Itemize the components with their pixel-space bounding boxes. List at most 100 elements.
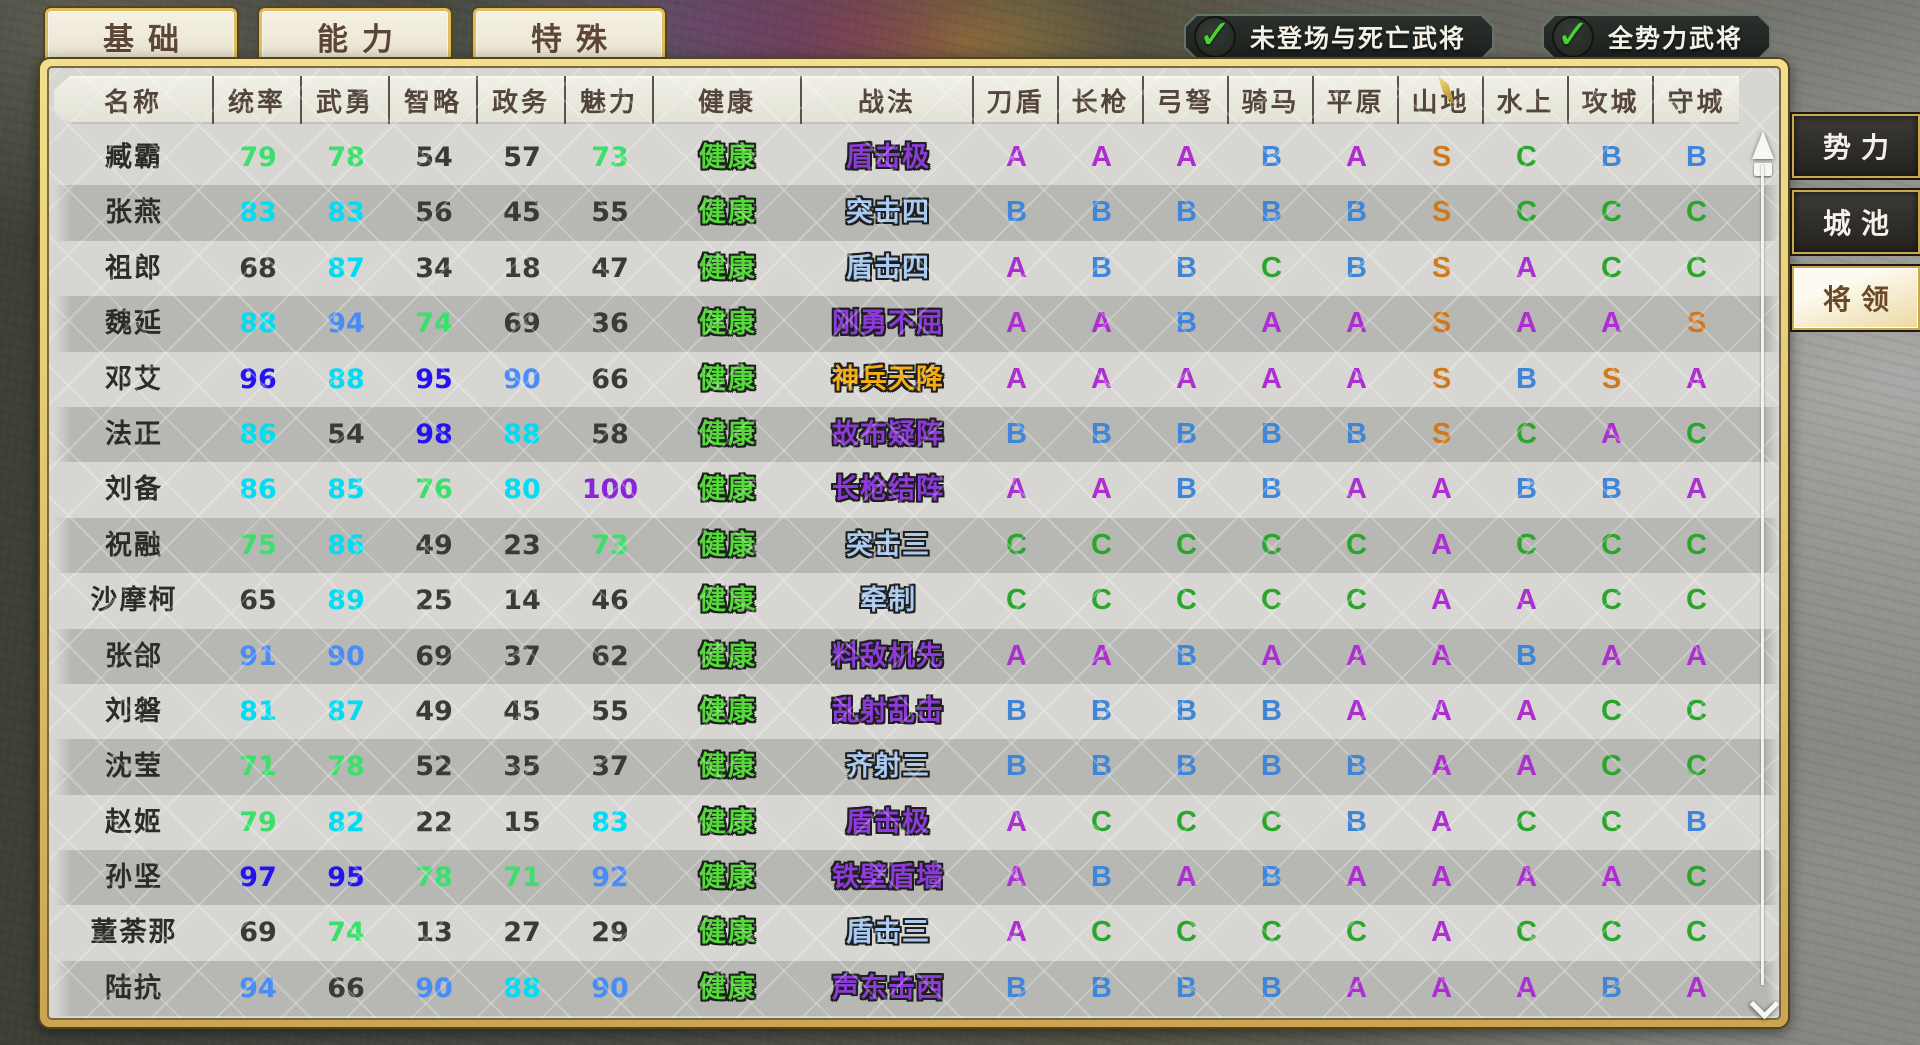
table-row[interactable]: 祝融7586492373健康突击三CCCCCACCC	[54, 518, 1779, 573]
filter-unappeared-dead[interactable]: ✓ 未登场与死亡武将	[1184, 14, 1494, 60]
table-row[interactable]: 魏延8894746936健康刚勇不屈AABAASAAS	[54, 296, 1779, 351]
grade-cell: A	[974, 850, 1059, 905]
column-header-2[interactable]: 武勇	[302, 76, 390, 124]
stat-cell: 54	[390, 130, 478, 185]
stat-cell: 52	[390, 739, 478, 794]
grade-cell: A	[1314, 130, 1399, 185]
grade-cell: B	[1059, 407, 1144, 462]
grade-cell: B	[1484, 629, 1569, 684]
side-button-city[interactable]: 城池	[1792, 190, 1920, 254]
grade-cell: C	[1229, 518, 1314, 573]
filter-all-factions[interactable]: ✓ 全势力武将	[1542, 14, 1771, 60]
column-header-12[interactable]: 平原	[1314, 76, 1399, 124]
health-cell: 健康	[654, 241, 802, 296]
stat-cell: 37	[478, 629, 566, 684]
column-header-4[interactable]: 政务	[478, 76, 566, 124]
grade-cell: C	[1059, 905, 1144, 960]
health-cell: 健康	[654, 352, 802, 407]
table-row[interactable]: 祖郎6887341847健康盾击四ABBCBSACC	[54, 241, 1779, 296]
grade-cell: A	[1569, 629, 1654, 684]
checkbox-checked-icon[interactable]: ✓	[1552, 16, 1594, 58]
column-header-11[interactable]: 骑马	[1229, 76, 1314, 124]
grade-cell: C	[1484, 518, 1569, 573]
table-row[interactable]: 邓艾9688959066健康神兵天降AAAAASBSA	[54, 352, 1779, 407]
column-header-15[interactable]: 攻城	[1569, 76, 1654, 124]
table-row[interactable]: 董荼那6974132729健康盾击三ACCCCACCC	[54, 905, 1779, 960]
tactic-cell: 故布疑阵	[802, 407, 974, 462]
tab-special[interactable]: 特殊	[473, 8, 665, 64]
column-header-1[interactable]: 统率	[214, 76, 302, 124]
grade-cell: B	[1654, 795, 1739, 850]
grade-cell: A	[974, 795, 1059, 850]
side-button-generals[interactable]: 将领	[1792, 266, 1920, 330]
grade-cell: C	[1569, 518, 1654, 573]
stat-cell: 76	[390, 462, 478, 517]
table-row[interactable]: 孙坚9795787192健康铁壁盾墙ABABAAAAC	[54, 850, 1779, 905]
stat-cell: 90	[302, 629, 390, 684]
grade-cell: B	[1229, 850, 1314, 905]
column-header-10[interactable]: 弓弩	[1144, 76, 1229, 124]
column-header-5[interactable]: 魅力	[566, 76, 654, 124]
table-row[interactable]: 法正8654988858健康故布疑阵BBBBBSCAC	[54, 407, 1779, 462]
grade-cell: A	[1144, 130, 1229, 185]
column-header-6[interactable]: 健康	[654, 76, 802, 124]
grade-cell: A	[1314, 352, 1399, 407]
name-cell: 法正	[54, 407, 214, 462]
grade-cell: A	[1059, 296, 1144, 351]
table-row[interactable]: 刘备86857680100健康长枪结阵AABBAABBA	[54, 462, 1779, 517]
grade-cell: S	[1654, 296, 1739, 351]
tab-basic[interactable]: 基础	[45, 8, 237, 64]
stat-cell: 86	[214, 462, 302, 517]
table-row[interactable]: 沙摩柯6589251446健康牵制CCCCCAACC	[54, 573, 1779, 628]
officer-table: 名称统率武勇智略政务魅力健康战法刀盾长枪弓弩骑马平原山地水上攻城守城 臧霸797…	[47, 66, 1781, 1020]
grade-cell: C	[1569, 185, 1654, 240]
stat-cell: 69	[390, 629, 478, 684]
health-cell: 健康	[654, 739, 802, 794]
name-cell: 孙坚	[54, 850, 214, 905]
column-header-0[interactable]: 名称	[54, 76, 214, 124]
grade-cell: C	[1144, 518, 1229, 573]
column-header-7[interactable]: 战法	[802, 76, 974, 124]
tactic-cell: 齐射三	[802, 739, 974, 794]
table-row[interactable]: 张燕8383564555健康突击四BBBBBSCCC	[54, 185, 1779, 240]
grade-cell: B	[974, 739, 1059, 794]
column-header-3[interactable]: 智略	[390, 76, 478, 124]
scrollbar[interactable]	[1752, 131, 1774, 1015]
table-row[interactable]: 刘磐8187494555健康乱射乱击BBBBAAACC	[54, 684, 1779, 739]
grade-cell: A	[1144, 352, 1229, 407]
health-cell: 健康	[654, 185, 802, 240]
stat-cell: 56	[390, 185, 478, 240]
check-icon: ✓	[1556, 15, 1590, 55]
grade-cell: A	[1059, 130, 1144, 185]
column-header-16[interactable]: 守城	[1654, 76, 1739, 124]
stat-cell: 79	[214, 130, 302, 185]
column-header-8[interactable]: 刀盾	[974, 76, 1059, 124]
stat-cell: 88	[302, 352, 390, 407]
grade-cell: B	[974, 684, 1059, 739]
table-row[interactable]: 陆抗9466908890健康声东击西BBBBAAABA	[54, 961, 1779, 1016]
table-row[interactable]: 臧霸7978545773健康盾击极AAABASCBB	[54, 130, 1779, 185]
scroll-up-icon[interactable]	[1752, 131, 1774, 159]
side-button-faction[interactable]: 势力	[1792, 114, 1920, 178]
health-cell: 健康	[654, 130, 802, 185]
column-header-14[interactable]: 水上	[1484, 76, 1569, 124]
grade-cell: A	[1654, 352, 1739, 407]
stat-cell: 88	[478, 407, 566, 462]
column-header-9[interactable]: 长枪	[1059, 76, 1144, 124]
table-row[interactable]: 赵姬7982221583健康盾击极ACCCBACCB	[54, 795, 1779, 850]
stat-cell: 55	[566, 185, 654, 240]
grade-cell: A	[1569, 407, 1654, 462]
column-header-13[interactable]: 山地	[1399, 76, 1484, 124]
checkbox-checked-icon[interactable]: ✓	[1194, 16, 1236, 58]
table-row[interactable]: 沈莹7178523537健康齐射三BBBBBAACC	[54, 739, 1779, 794]
scroll-track[interactable]	[1761, 165, 1764, 985]
tab-ability[interactable]: 能力	[259, 8, 451, 64]
table-row[interactable]: 张郃9190693762健康料敌机先AABAAABAA	[54, 629, 1779, 684]
grade-cell: S	[1399, 352, 1484, 407]
tab-ability-label: 能力	[303, 14, 407, 59]
stat-cell: 45	[478, 185, 566, 240]
stat-cell: 100	[566, 462, 654, 517]
tab-special-label: 特殊	[517, 14, 621, 59]
stat-cell: 23	[478, 518, 566, 573]
grade-cell: A	[1314, 296, 1399, 351]
